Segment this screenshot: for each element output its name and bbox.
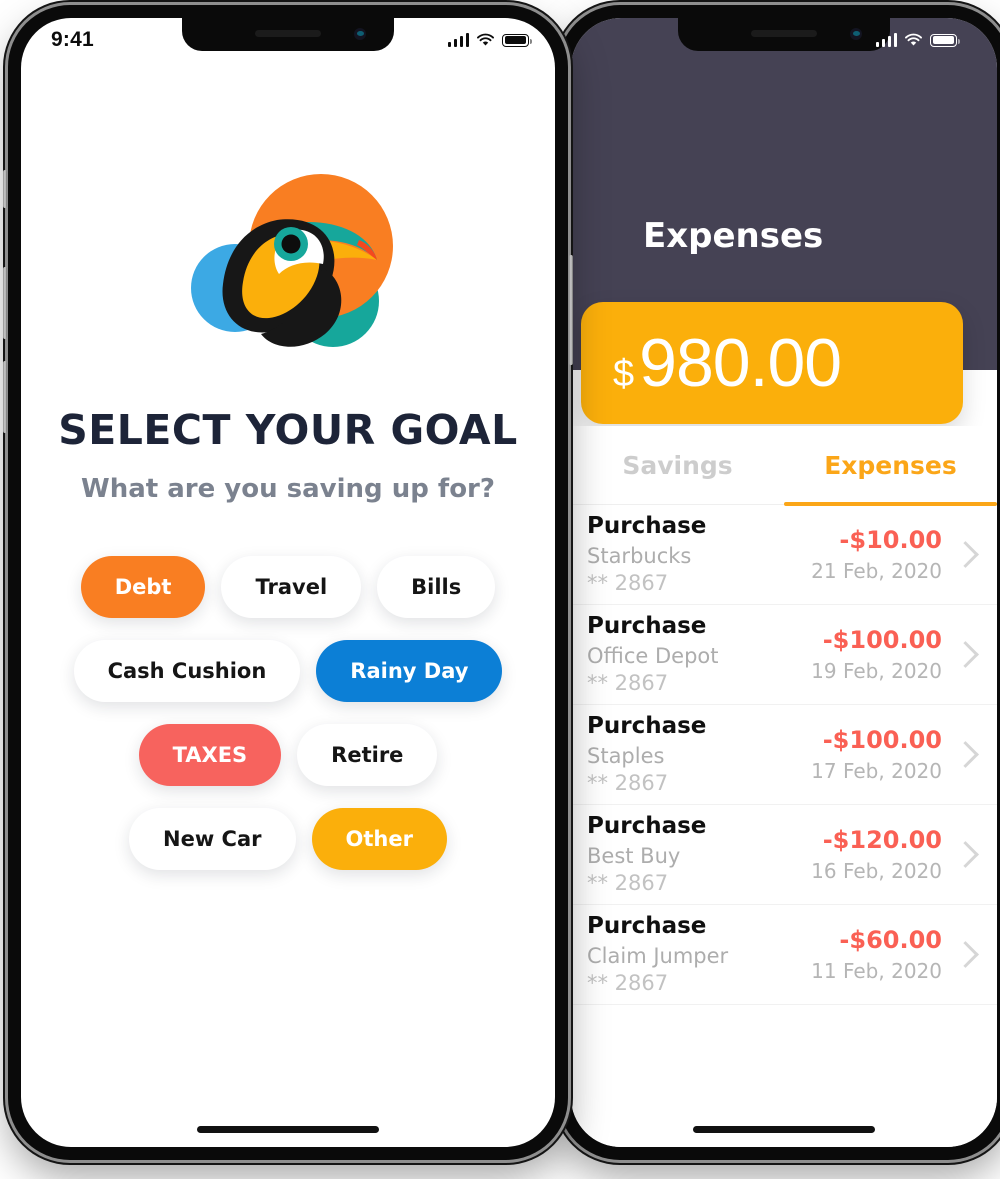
toucan-logo-svg xyxy=(191,174,393,347)
expenses-sheet: Savings Expenses Purchase Starbucks ** 286… xyxy=(571,426,997,1147)
goal-chip-other[interactable]: Other xyxy=(311,808,447,870)
transaction-card-number: ** 2867 xyxy=(587,570,669,595)
transaction-card-number: ** 2867 xyxy=(587,870,669,895)
page-subtitle: What are you saving up for? xyxy=(81,474,495,504)
tab-active-underline xyxy=(784,502,997,506)
table-row[interactable]: Purchase Staples ** 2867 -$100.00 17 Feb, 20… xyxy=(571,705,997,805)
transaction-amount-block: -$100.00 19 Feb, 2020 xyxy=(811,626,942,683)
phone-select-goal: 9:41 SELECT YOUR GOAL What are you savin… xyxy=(3,5,573,1160)
goal-chip-travel[interactable]: Travel xyxy=(221,556,362,618)
chevron-right-icon[interactable] xyxy=(952,841,979,868)
transaction-kind: Purchase xyxy=(587,613,707,640)
transaction-date: 21 Feb, 2020 xyxy=(811,559,942,583)
transaction-amount-block: -$100.00 17 Feb, 2020 xyxy=(811,726,942,783)
tab-bar: Savings Expenses xyxy=(571,426,997,506)
transaction-details: Purchase Best Buy ** 2867 xyxy=(571,813,811,896)
transaction-kind: Purchase xyxy=(587,513,707,540)
select-goal-body: SELECT YOUR GOAL What are you saving up … xyxy=(21,18,555,1147)
earpiece-speaker xyxy=(255,30,321,37)
transaction-date: 16 Feb, 2020 xyxy=(811,859,942,883)
transaction-amount: -$60.00 xyxy=(839,926,942,954)
goal-chip-group: Debt Travel Bills Cash Cushion Rainy Day TAXE… xyxy=(21,556,555,870)
transaction-amount: -$120.00 xyxy=(822,826,942,854)
tab-expenses[interactable]: Expenses xyxy=(784,451,997,480)
chevron-right-icon[interactable] xyxy=(952,941,979,968)
goal-chip-row: New Car Other xyxy=(129,808,447,870)
phone-expenses: Expenses 9:41 $ 980.00 xyxy=(553,5,1000,1160)
table-row[interactable]: Purchase Office Depot ** 2867 -$100.00 19 Fe… xyxy=(571,605,997,705)
transaction-merchant: Claim Jumper xyxy=(587,944,729,969)
balance-value: 980.00 xyxy=(639,325,842,401)
transaction-amount: -$100.00 xyxy=(822,626,942,654)
transaction-merchant: Office Depot xyxy=(587,644,719,669)
phone2-screen: Expenses 9:41 $ 980.00 xyxy=(571,18,997,1147)
transaction-date: 17 Feb, 2020 xyxy=(811,759,942,783)
volume-up-button[interactable] xyxy=(3,267,7,339)
table-row[interactable]: Purchase Claim Jumper ** 2867 -$60.00 11 Feb… xyxy=(571,905,997,1005)
transaction-merchant: Staples xyxy=(587,744,665,769)
transaction-merchant: Best Buy xyxy=(587,844,681,869)
goal-chip-row: Debt Travel Bills xyxy=(80,556,496,618)
notch xyxy=(678,18,890,51)
home-indicator[interactable] xyxy=(693,1126,875,1133)
transaction-card-number: ** 2867 xyxy=(587,970,669,995)
table-row[interactable]: Purchase Starbucks ** 2867 -$10.00 21 Feb, 2… xyxy=(571,505,997,605)
transaction-amount: -$10.00 xyxy=(839,526,942,554)
notch xyxy=(182,18,394,51)
transaction-details: Purchase Claim Jumper ** 2867 xyxy=(571,913,811,996)
front-camera-icon xyxy=(850,28,862,40)
goal-chip-rainy-day[interactable]: Rainy Day xyxy=(316,640,503,702)
chevron-right-icon[interactable] xyxy=(952,541,979,568)
goal-chip-cash-cushion[interactable]: Cash Cushion xyxy=(73,640,301,702)
silent-switch[interactable] xyxy=(3,170,7,208)
chevron-right-icon[interactable] xyxy=(952,641,979,668)
goal-chip-new-car[interactable]: New Car xyxy=(129,808,296,870)
front-camera-icon xyxy=(354,28,366,40)
chevron-right-icon[interactable] xyxy=(952,741,979,768)
power-button[interactable] xyxy=(569,255,573,365)
tab-savings[interactable]: Savings xyxy=(571,451,784,480)
balance-card: $ 980.00 xyxy=(581,302,963,424)
goal-chip-row: TAXES Retire xyxy=(138,724,438,786)
transaction-amount-block: -$10.00 21 Feb, 2020 xyxy=(811,526,942,583)
transaction-card-number: ** 2867 xyxy=(587,670,669,695)
transaction-amount: -$100.00 xyxy=(822,726,942,754)
transaction-amount-block: -$120.00 16 Feb, 2020 xyxy=(811,826,942,883)
transaction-date: 11 Feb, 2020 xyxy=(811,959,942,983)
earpiece-speaker xyxy=(751,30,817,37)
page-title: Expenses xyxy=(643,216,824,256)
transaction-list: Purchase Starbucks ** 2867 -$10.00 21 Feb, 2… xyxy=(571,505,997,1005)
transaction-amount-block: -$60.00 11 Feb, 2020 xyxy=(811,926,942,983)
goal-chip-debt[interactable]: Debt xyxy=(80,556,206,618)
transaction-merchant: Starbucks xyxy=(587,544,692,569)
goal-chip-bills[interactable]: Bills xyxy=(377,556,496,618)
balance-amount: $ 980.00 xyxy=(581,324,842,402)
transaction-details: Purchase Office Depot ** 2867 xyxy=(571,613,811,696)
goal-chip-retire[interactable]: Retire xyxy=(297,724,438,786)
transaction-date: 19 Feb, 2020 xyxy=(811,659,942,683)
phone1-screen: 9:41 SELECT YOUR GOAL What are you savin… xyxy=(21,18,555,1147)
transaction-kind: Purchase xyxy=(587,813,707,840)
table-row[interactable]: Purchase Best Buy ** 2867 -$120.00 16 Feb, 2… xyxy=(571,805,997,905)
volume-down-button[interactable] xyxy=(3,361,7,433)
currency-symbol: $ xyxy=(613,353,634,395)
screenshot-stage: Expenses 9:41 $ 980.00 xyxy=(0,0,1000,1179)
transaction-card-number: ** 2867 xyxy=(587,770,669,795)
toucan-logo xyxy=(173,168,403,368)
transaction-kind: Purchase xyxy=(587,713,707,740)
transaction-details: Purchase Starbucks ** 2867 xyxy=(571,513,811,596)
page-title: SELECT YOUR GOAL xyxy=(58,406,518,454)
home-indicator[interactable] xyxy=(197,1126,379,1133)
transaction-details: Purchase Staples ** 2867 xyxy=(571,713,811,796)
goal-chip-row: Cash Cushion Rainy Day xyxy=(73,640,503,702)
transaction-kind: Purchase xyxy=(587,913,707,940)
goal-chip-taxes[interactable]: TAXES xyxy=(138,724,282,786)
